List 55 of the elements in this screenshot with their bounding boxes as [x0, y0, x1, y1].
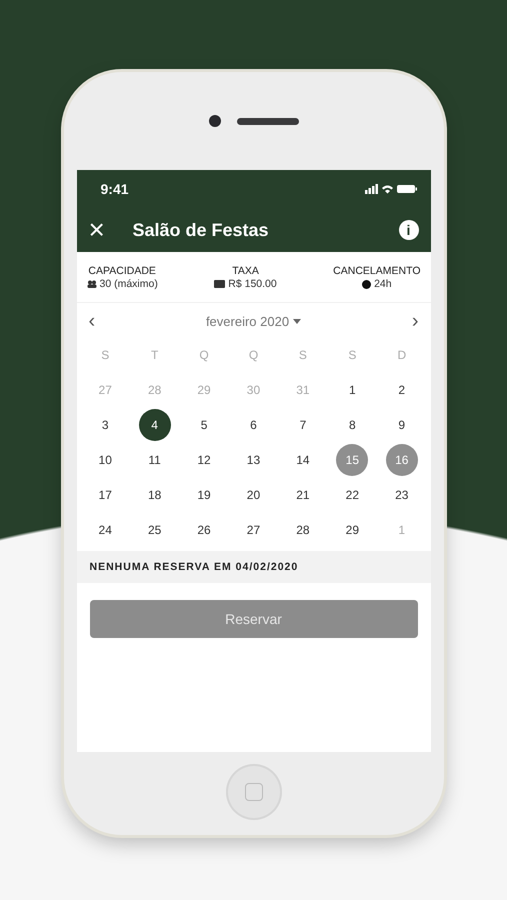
calendar-day[interactable]: 9 [386, 409, 418, 441]
calendar-day[interactable]: 22 [336, 479, 368, 511]
calendar-day[interactable]: 26 [188, 514, 220, 546]
calendar-day[interactable]: 3 [89, 409, 122, 441]
calendar-day[interactable]: 18 [138, 479, 171, 511]
calendar-day[interactable]: 29 [336, 514, 368, 546]
calendar-day[interactable]: 10 [89, 444, 122, 476]
calendar-day[interactable]: 28 [286, 514, 319, 546]
clock-icon [362, 280, 372, 288]
caret-icon [293, 318, 302, 324]
info-button[interactable]: i [398, 220, 418, 240]
weekday-label: Q [198, 347, 210, 364]
calendar-day[interactable]: 6 [237, 409, 270, 441]
status-time: 9:41 [100, 181, 129, 197]
calendar-day[interactable]: 21 [286, 479, 319, 511]
calendar-day[interactable]: 8 [336, 409, 368, 441]
calendar-day[interactable]: 24 [89, 514, 122, 546]
next-month-button[interactable]: › [412, 311, 418, 331]
close-button[interactable]: × [88, 216, 116, 244]
month-selector[interactable]: fevereiro 2020 [206, 314, 302, 328]
info-value: R$ 150.00 [228, 278, 277, 290]
camera-icon [208, 115, 220, 127]
calendar-day[interactable]: 20 [237, 479, 270, 511]
people-icon [86, 280, 96, 288]
calendar-day[interactable]: 23 [386, 479, 418, 511]
speaker-icon [236, 118, 298, 124]
weekday-label: D [396, 347, 408, 364]
status-icons-drawing [364, 184, 416, 194]
info-value: 30 (máximo) [100, 278, 158, 290]
calendar-day[interactable]: 2 [386, 374, 418, 406]
calendar-day[interactable]: 27 [237, 514, 270, 546]
reservation-notice: NENHUMA RESERVA EM 04/02/2020 [76, 551, 430, 583]
calendar-day[interactable]: 19 [188, 479, 220, 511]
banknote-icon [214, 280, 226, 288]
info-label: TAXA [232, 265, 259, 277]
weekday-label: S [347, 347, 358, 364]
weekday-label: S [100, 347, 110, 364]
screen-title: Salão de Festas [132, 220, 270, 240]
calendar-day[interactable]: 5 [188, 409, 220, 441]
info-label: CAPACIDADE [88, 265, 156, 277]
calendar-day[interactable]: 11 [138, 444, 171, 476]
previous-month-button[interactable]: ‹ [88, 311, 96, 331]
calendar-day[interactable]: 4 [138, 409, 171, 441]
weekday-label: Q [248, 347, 260, 364]
calendar-day[interactable]: 17 [89, 479, 122, 511]
calendar-day[interactable]: 14 [286, 444, 319, 476]
calendar-day[interactable]: 1 [336, 374, 368, 406]
weekday-label: S [298, 347, 308, 364]
calendar-day[interactable]: 7 [286, 409, 319, 441]
info-value: 24h [374, 278, 392, 290]
calendar-day[interactable]: 12 [188, 444, 220, 476]
weekday-label: T [150, 347, 160, 364]
info-label: CANCELAMENTO [333, 265, 420, 277]
calendar-day[interactable]: 13 [237, 444, 270, 476]
calendar-day[interactable]: 25 [138, 514, 171, 546]
